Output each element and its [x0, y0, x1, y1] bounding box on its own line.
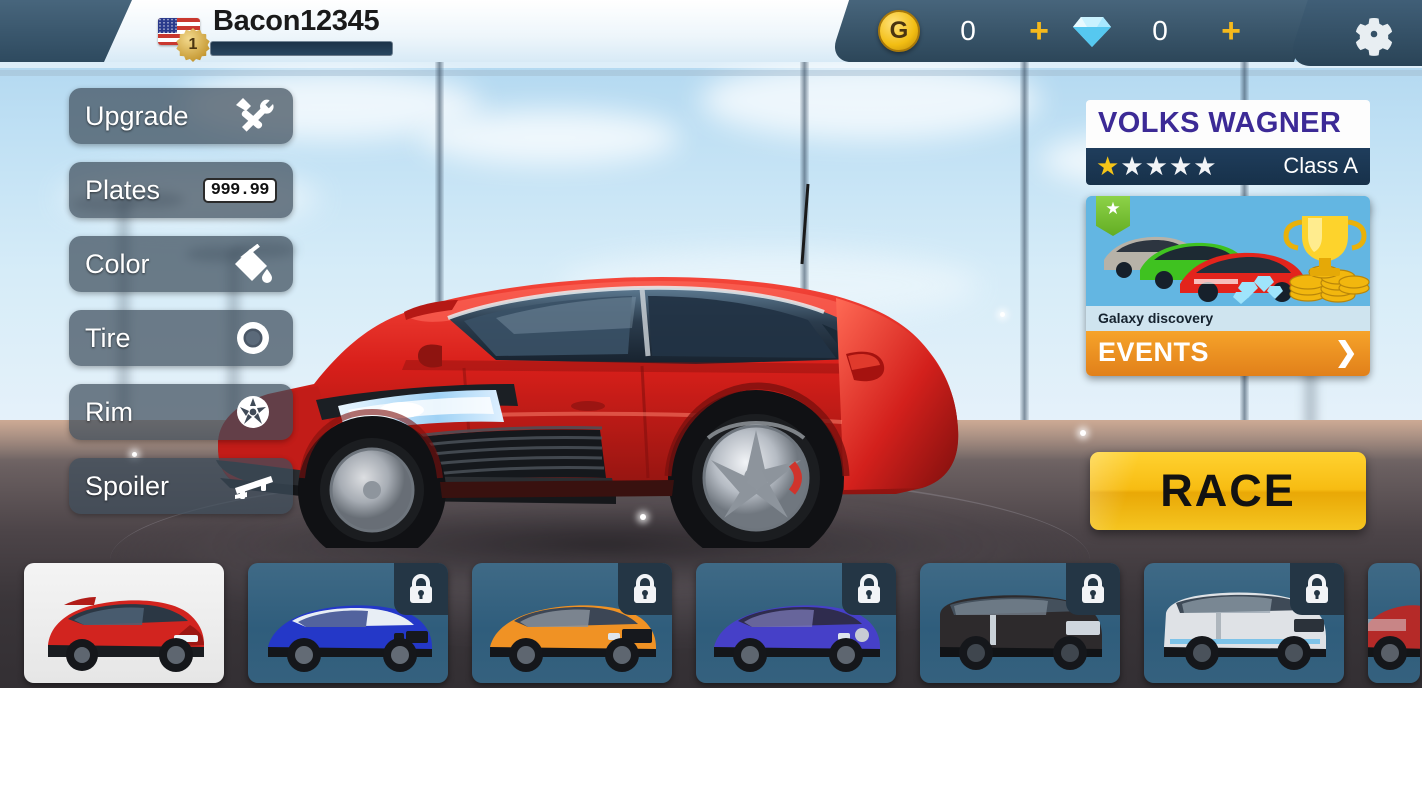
diamond-icon [1073, 17, 1111, 47]
customize-menu: Upgrade Plates 999.99 Color Tire Rim Spo… [69, 88, 293, 532]
menu-item-spoiler[interactable]: Spoiler [69, 458, 293, 514]
race-button[interactable]: RACE [1090, 452, 1366, 530]
race-button-label: RACE [1160, 465, 1296, 516]
coin-balance: 0 [960, 15, 976, 46]
star-empty: ★ [1144, 151, 1168, 181]
events-cta-label: EVENTS [1098, 337, 1210, 367]
lock-icon [1290, 563, 1344, 615]
star-filled: ★ [1096, 151, 1120, 181]
events-caption: Galaxy discovery [1086, 306, 1370, 331]
car-thumbnail [24, 563, 224, 683]
menu-label-plates: Plates [85, 174, 161, 205]
gear-icon [1355, 17, 1393, 56]
ad-banner[interactable]: AD Gemini para Workspace Google Workspac… [0, 688, 1422, 800]
car-carousel[interactable] [0, 558, 1422, 688]
settings-button[interactable] [1348, 8, 1400, 60]
menu-item-tire[interactable]: Tire [69, 310, 293, 366]
car-card-purple-coupe[interactable] [696, 563, 896, 683]
car-rating-row: ★ ★ ★ ★ ★ Class A [1086, 148, 1370, 185]
menu-label-color: Color [85, 248, 150, 279]
menu-item-upgrade[interactable]: Upgrade [69, 88, 293, 144]
car-card-white-suv[interactable] [1144, 563, 1344, 683]
level-value: 1 [188, 36, 198, 53]
lock-icon [1066, 563, 1120, 615]
tire-ring-icon [229, 318, 277, 358]
chevron-right-icon: ❯ [1334, 337, 1358, 367]
sparkle [1080, 430, 1086, 436]
paint-bucket-icon [229, 244, 277, 284]
lock-icon [618, 563, 672, 615]
car-info-panel: VOLKS WAGNER ★ ★ ★ ★ ★ Class A [1086, 100, 1370, 185]
car-card-blue-coupe[interactable] [248, 563, 448, 683]
ceiling-beam [0, 70, 1422, 76]
menu-item-color[interactable]: Color [69, 236, 293, 292]
menu-item-rim[interactable]: Rim [69, 384, 293, 440]
sparkle [1000, 312, 1005, 317]
car-card-red-partial[interactable] [1368, 563, 1420, 683]
top-header: 1 Bacon12345 G 0 + 0 + [0, 0, 1422, 68]
level-badge: 1 [176, 28, 210, 62]
car-name: VOLKS WAGNER [1098, 107, 1342, 139]
events-banner[interactable]: ★ Galaxy discovery EVENTS ❯ [1086, 196, 1370, 376]
menu-item-plates[interactable]: Plates 999.99 [69, 162, 293, 218]
hammer-wrench-icon [229, 96, 277, 136]
lock-icon [394, 563, 448, 615]
player-name: Bacon12345 [213, 5, 380, 37]
gem-balance: 0 [1152, 15, 1168, 46]
car-card-red-hatchback[interactable] [24, 563, 224, 683]
gold-coin-icon: G [878, 10, 920, 52]
hero-car-red-hatchback[interactable] [196, 178, 996, 548]
events-artwork: ★ [1086, 196, 1370, 306]
currency-row: G 0 + 0 + [860, 0, 1300, 62]
wheel-rim-icon [229, 392, 277, 432]
menu-label-upgrade: Upgrade [85, 100, 189, 131]
add-coins-button[interactable]: + [1016, 12, 1062, 51]
star-empty: ★ [1193, 151, 1217, 181]
star-empty: ★ [1120, 151, 1144, 181]
car-name-row: VOLKS WAGNER [1086, 100, 1370, 148]
menu-label-spoiler: Spoiler [85, 470, 170, 501]
menu-label-rim: Rim [85, 396, 133, 427]
car-card-dark-suv[interactable] [920, 563, 1120, 683]
plate-number-badge: 999.99 [202, 177, 277, 203]
xp-progress-bar [210, 41, 393, 56]
add-gems-button[interactable]: + [1208, 12, 1254, 51]
game-screen: 1 Bacon12345 G 0 + 0 + Upgrade Plates 99… [0, 0, 1422, 800]
menu-label-tire: Tire [85, 322, 131, 353]
spoiler-wing-icon [229, 466, 277, 506]
star-empty: ★ [1168, 151, 1193, 181]
lock-icon [842, 563, 896, 615]
car-card-orange-sedan[interactable] [472, 563, 672, 683]
cloud [420, 110, 680, 165]
car-thumbnail [1368, 563, 1420, 683]
car-class-label: Class A [1283, 153, 1358, 178]
events-cta[interactable]: EVENTS ❯ [1086, 331, 1370, 376]
